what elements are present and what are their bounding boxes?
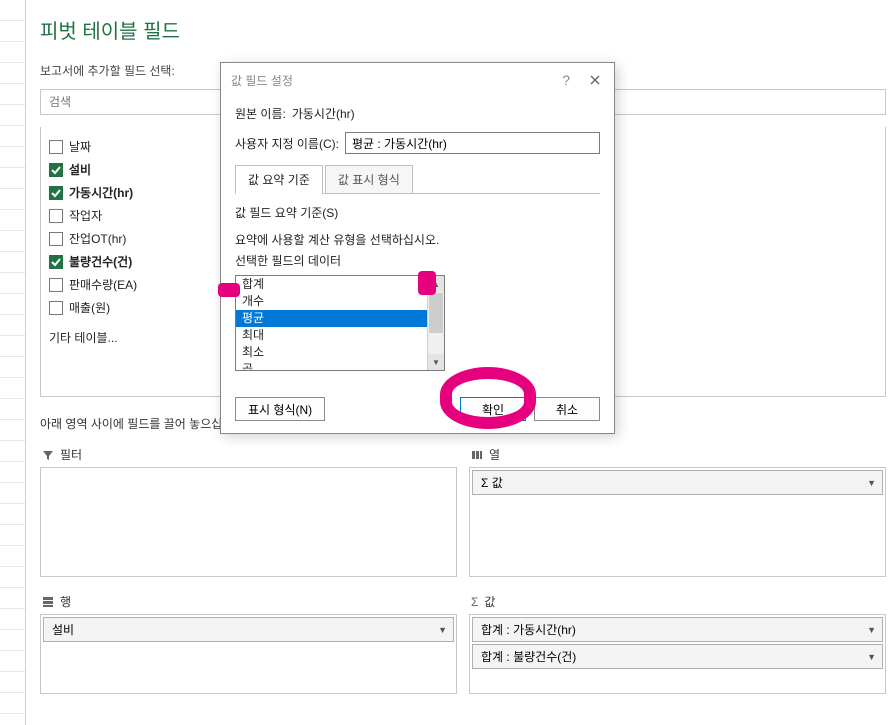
list-option[interactable]: 합계	[236, 276, 444, 293]
columns-icon	[471, 449, 483, 461]
chevron-down-icon[interactable]: ▼	[867, 652, 876, 662]
checkbox-icon[interactable]	[49, 163, 63, 177]
scroll-down-icon[interactable]: ▼	[428, 354, 444, 370]
checkbox-icon[interactable]	[49, 278, 63, 292]
list-option[interactable]: 최대	[236, 327, 444, 344]
dialog-titlebar[interactable]: 값 필드 설정 ?	[221, 63, 614, 97]
list-option-selected[interactable]: 평균	[236, 310, 444, 327]
tab-show-as[interactable]: 값 표시 형식	[325, 165, 413, 194]
columns-label: 열	[489, 446, 500, 463]
scroll-thumb[interactable]	[429, 293, 443, 333]
rows-icon	[42, 596, 54, 608]
scrollbar[interactable]: ▲ ▼	[427, 276, 444, 370]
field-label: 매출(원)	[69, 299, 110, 316]
column-field-entry[interactable]: Σ 값▼	[472, 470, 883, 495]
list-option[interactable]: 최소	[236, 344, 444, 361]
rows-area[interactable]: 행 설비▼	[40, 589, 457, 694]
tab-summarize[interactable]: 값 요약 기준	[235, 165, 323, 194]
custom-name-label: 사용자 지정 이름(C):	[235, 135, 339, 152]
field-label: 판매수량(EA)	[69, 276, 137, 293]
chevron-down-icon[interactable]: ▼	[867, 478, 876, 488]
field-label: 작업자	[69, 207, 102, 224]
number-format-button[interactable]: 표시 형식(N)	[235, 397, 325, 421]
scroll-up-icon[interactable]: ▲	[428, 276, 444, 292]
panel-title: 피벗 테이블 필드	[40, 15, 886, 44]
value-field-entry[interactable]: 합계 : 불량건수(건)▼	[472, 644, 883, 669]
cancel-button[interactable]: 취소	[534, 397, 600, 421]
field-label: 날짜	[69, 138, 91, 155]
filters-label: 필터	[60, 446, 82, 463]
filters-area[interactable]: 필터	[40, 442, 457, 577]
instruction-2: 선택한 필드의 데이터	[235, 252, 600, 269]
values-area[interactable]: Σ 값 합계 : 가동시간(hr)▼ 합계 : 불량건수(건)▼	[469, 589, 886, 694]
custom-name-input[interactable]	[345, 132, 600, 154]
close-icon[interactable]	[586, 71, 604, 89]
value-field-entry[interactable]: 합계 : 가동시간(hr)▼	[472, 617, 883, 642]
value-field-settings-dialog: 값 필드 설정 ? 원본 이름: 가동시간(hr) 사용자 지정 이름(C): …	[220, 62, 615, 434]
checkbox-icon[interactable]	[49, 232, 63, 246]
criteria-heading: 값 필드 요약 기준(S)	[235, 204, 600, 221]
checkbox-icon[interactable]	[49, 186, 63, 200]
source-name-label: 원본 이름:	[235, 105, 286, 122]
chevron-down-icon[interactable]: ▼	[867, 625, 876, 635]
checkbox-icon[interactable]	[49, 255, 63, 269]
checkbox-icon[interactable]	[49, 301, 63, 315]
source-name-value: 가동시간(hr)	[292, 105, 355, 122]
list-option[interactable]: 개수	[236, 293, 444, 310]
dialog-title-text: 값 필드 설정	[231, 72, 293, 89]
list-option[interactable]: 곱	[236, 361, 444, 371]
rows-label: 행	[60, 593, 71, 610]
spreadsheet-gutter	[0, 0, 26, 725]
summarize-function-listbox[interactable]: 합계 개수 평균 최대 최소 곱 ▲ ▼	[235, 275, 445, 371]
values-label: 값	[484, 593, 495, 610]
field-label: 설비	[69, 161, 91, 178]
row-field-entry[interactable]: 설비▼	[43, 617, 454, 642]
instruction-1: 요약에 사용할 계산 유형을 선택하십시오.	[235, 231, 600, 248]
columns-area[interactable]: 열 Σ 값▼	[469, 442, 886, 577]
chevron-down-icon[interactable]: ▼	[438, 625, 447, 635]
sigma-icon: Σ	[471, 595, 478, 609]
ok-button[interactable]: 확인	[460, 397, 526, 421]
filter-icon	[42, 449, 54, 461]
checkbox-icon[interactable]	[49, 140, 63, 154]
field-label: 불량건수(건)	[69, 253, 132, 270]
field-label: 가동시간(hr)	[69, 184, 133, 201]
checkbox-icon[interactable]	[49, 209, 63, 223]
field-label: 잔업OT(hr)	[69, 230, 126, 247]
help-icon[interactable]: ?	[562, 72, 570, 88]
